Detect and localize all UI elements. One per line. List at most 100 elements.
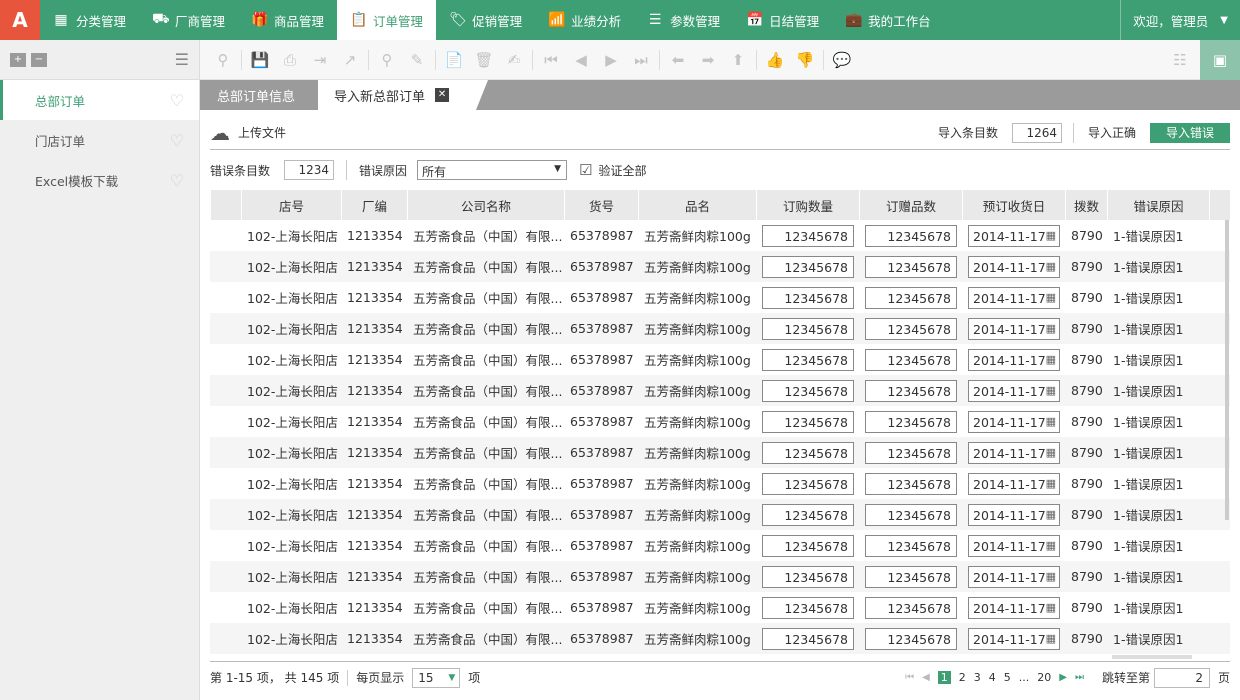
calendar-icon[interactable]: ▦	[1046, 508, 1056, 521]
delivery-date-input[interactable]: 2014-11-17 ▦	[968, 503, 1060, 526]
table-row[interactable]: 102-上海长阳店 1213354 五芳斋食品（中国）有限... 65378987 五芳…	[210, 468, 1230, 499]
sidebar-item[interactable]: 门店订单 ♡	[0, 120, 199, 160]
gift-qty-input[interactable]: 12345678	[865, 317, 957, 340]
nav-item[interactable]: 🏷 促销管理	[436, 0, 535, 40]
save-icon[interactable]: 💾	[245, 51, 275, 69]
calendar-icon[interactable]: ▦	[1046, 322, 1056, 335]
order-qty-input[interactable]: 12345678	[762, 224, 854, 247]
comment-icon[interactable]: 💬	[827, 51, 857, 69]
list-view-icon[interactable]: ☷	[1160, 51, 1200, 69]
upload-icon[interactable]: ⬆	[723, 51, 753, 69]
column-header[interactable]: 订赠品数	[859, 190, 962, 220]
table-row[interactable]: 102-上海长阳店 1213354 五芳斋食品（中国）有限... 65378987 五芳…	[210, 437, 1230, 468]
column-header[interactable]: 厂编	[341, 190, 407, 220]
gift-qty-input[interactable]: 12345678	[865, 441, 957, 464]
nav-item[interactable]: ▦ 分类管理	[40, 0, 139, 40]
nav-item[interactable]: ☰ 参数管理	[634, 0, 733, 40]
order-qty-input[interactable]: 12345678	[762, 379, 854, 402]
table-row[interactable]: 102-上海长阳店 1213354 五芳斋食品（中国）有限... 65378987 五芳…	[210, 406, 1230, 437]
page-number[interactable]: 2	[959, 671, 966, 684]
search-icon[interactable]: ⚲	[372, 51, 402, 69]
column-header[interactable]: 店号	[241, 190, 341, 220]
horizontal-scrollbar[interactable]	[1112, 655, 1192, 659]
clear-icon[interactable]: ✎	[402, 51, 432, 69]
gift-qty-input[interactable]: 12345678	[865, 224, 957, 247]
calendar-icon[interactable]: ▦	[1046, 570, 1056, 583]
column-header[interactable]: 公司名称	[407, 190, 564, 220]
table-row[interactable]: 102-上海长阳店 1213354 五芳斋食品（中国）有限... 65378987 五芳…	[210, 530, 1230, 561]
calendar-icon[interactable]: ▦	[1046, 539, 1056, 552]
calendar-icon[interactable]: ▦	[1046, 353, 1056, 366]
order-qty-input[interactable]: 12345678	[762, 472, 854, 495]
calendar-icon[interactable]: ▦	[1046, 632, 1056, 645]
delivery-date-input[interactable]: 2014-11-17 ▦	[968, 224, 1060, 247]
column-header[interactable]: 错误原因	[1107, 190, 1209, 220]
order-qty-input[interactable]: 12345678	[762, 627, 854, 650]
table-row[interactable]: 102-上海长阳店 1213354 五芳斋食品（中国）有限... 65378987 五芳…	[210, 592, 1230, 623]
last-page-icon[interactable]: ⏭	[1075, 672, 1084, 683]
error-reason-select[interactable]: 所有 ▼	[417, 160, 568, 180]
sidebar-item[interactable]: Excel模板下载 ♡	[0, 160, 199, 200]
table-row[interactable]: 102-上海长阳店 1213354 五芳斋食品（中国）有限... 65378987 五芳…	[210, 313, 1230, 344]
close-icon[interactable]: ✕	[435, 88, 450, 102]
edit-icon[interactable]: ✍	[499, 51, 529, 69]
order-qty-input[interactable]: 12345678	[762, 255, 854, 278]
upload-file-link[interactable]: 上传文件	[238, 124, 286, 141]
cloud-upload-icon[interactable]: ☁	[210, 121, 230, 145]
delivery-date-input[interactable]: 2014-11-17 ▦	[968, 410, 1060, 433]
tab-import-order[interactable]: 导入新总部订单 ✕	[318, 80, 488, 110]
hamburger-menu-icon[interactable]: ☰	[175, 50, 189, 69]
delivery-date-input[interactable]: 2014-11-17 ▦	[968, 627, 1060, 650]
column-header[interactable]: 货号	[564, 190, 638, 220]
delivery-date-input[interactable]: 2014-11-17 ▦	[968, 317, 1060, 340]
delivery-date-input[interactable]: 2014-11-17 ▦	[968, 565, 1060, 588]
calendar-icon[interactable]: ▦	[1046, 601, 1056, 614]
prev-page-icon[interactable]: ◀	[922, 672, 930, 683]
nav-item[interactable]: ⛟ 厂商管理	[139, 0, 238, 40]
import-error-button[interactable]: 导入错误	[1150, 122, 1230, 143]
verify-icon[interactable]: ☑	[579, 161, 592, 179]
delivery-date-input[interactable]: 2014-11-17 ▦	[968, 441, 1060, 464]
next-page-icon[interactable]: ▶	[1059, 672, 1067, 683]
gift-qty-input[interactable]: 12345678	[865, 472, 957, 495]
last-page-icon[interactable]: ⏭	[626, 51, 656, 69]
order-qty-input[interactable]: 12345678	[762, 317, 854, 340]
table-row[interactable]: 102-上海长阳店 1213354 五芳斋食品（中国）有限... 65378987 五芳…	[210, 499, 1230, 530]
page-number[interactable]: 5	[1004, 671, 1011, 684]
delivery-date-input[interactable]: 2014-11-17 ▦	[968, 534, 1060, 557]
thumbs-up-icon[interactable]: 👍	[760, 51, 790, 69]
first-page-icon[interactable]: ⏮	[536, 51, 566, 69]
jump-page-input[interactable]: 2	[1153, 667, 1210, 688]
order-qty-input[interactable]: 12345678	[762, 565, 854, 588]
gift-qty-input[interactable]: 12345678	[865, 255, 957, 278]
tab-order-info[interactable]: 总部订单信息	[200, 80, 318, 110]
delivery-date-input[interactable]: 2014-11-17 ▦	[968, 255, 1060, 278]
user-menu[interactable]: 欢迎，管理员 ▼	[1120, 0, 1240, 40]
calendar-icon[interactable]: ▦	[1046, 477, 1056, 490]
prev-icon[interactable]: ◀	[566, 51, 596, 69]
nav-item[interactable]: 📅 日结管理	[733, 0, 832, 40]
table-row[interactable]: 102-上海长阳店 1213354 五芳斋食品（中国）有限... 65378987 五芳…	[210, 623, 1230, 654]
gift-qty-input[interactable]: 12345678	[865, 379, 957, 402]
nav-item[interactable]: 💼 我的工作台	[832, 0, 944, 40]
gift-qty-input[interactable]: 12345678	[865, 286, 957, 309]
add-file-icon[interactable]: 📄	[439, 51, 469, 69]
column-header[interactable]: 拨数	[1065, 190, 1107, 220]
table-row[interactable]: 102-上海长阳店 1213354 五芳斋食品（中国）有限... 65378987 五芳…	[210, 282, 1230, 313]
calendar-icon[interactable]: ▦	[1046, 260, 1056, 273]
table-row[interactable]: 102-上海长阳店 1213354 五芳斋食品（中国）有限... 65378987 五芳…	[210, 561, 1230, 592]
gift-qty-input[interactable]: 12345678	[865, 596, 957, 619]
thumbs-down-icon[interactable]: 👎	[790, 51, 820, 69]
gift-qty-input[interactable]: 12345678	[865, 503, 957, 526]
brand-logo[interactable]: A	[0, 0, 40, 40]
heart-icon[interactable]: ♡	[170, 91, 184, 110]
calendar-icon[interactable]: ▦	[1046, 229, 1056, 242]
next-icon[interactable]: ▶	[596, 51, 626, 69]
gift-qty-input[interactable]: 12345678	[865, 348, 957, 371]
gift-qty-input[interactable]: 12345678	[865, 565, 957, 588]
order-qty-input[interactable]: 12345678	[762, 286, 854, 309]
expand-all-icon[interactable]: +	[10, 52, 26, 67]
delivery-date-input[interactable]: 2014-11-17 ▦	[968, 596, 1060, 619]
column-header[interactable]: 订购数量	[756, 190, 859, 220]
order-qty-input[interactable]: 12345678	[762, 348, 854, 371]
